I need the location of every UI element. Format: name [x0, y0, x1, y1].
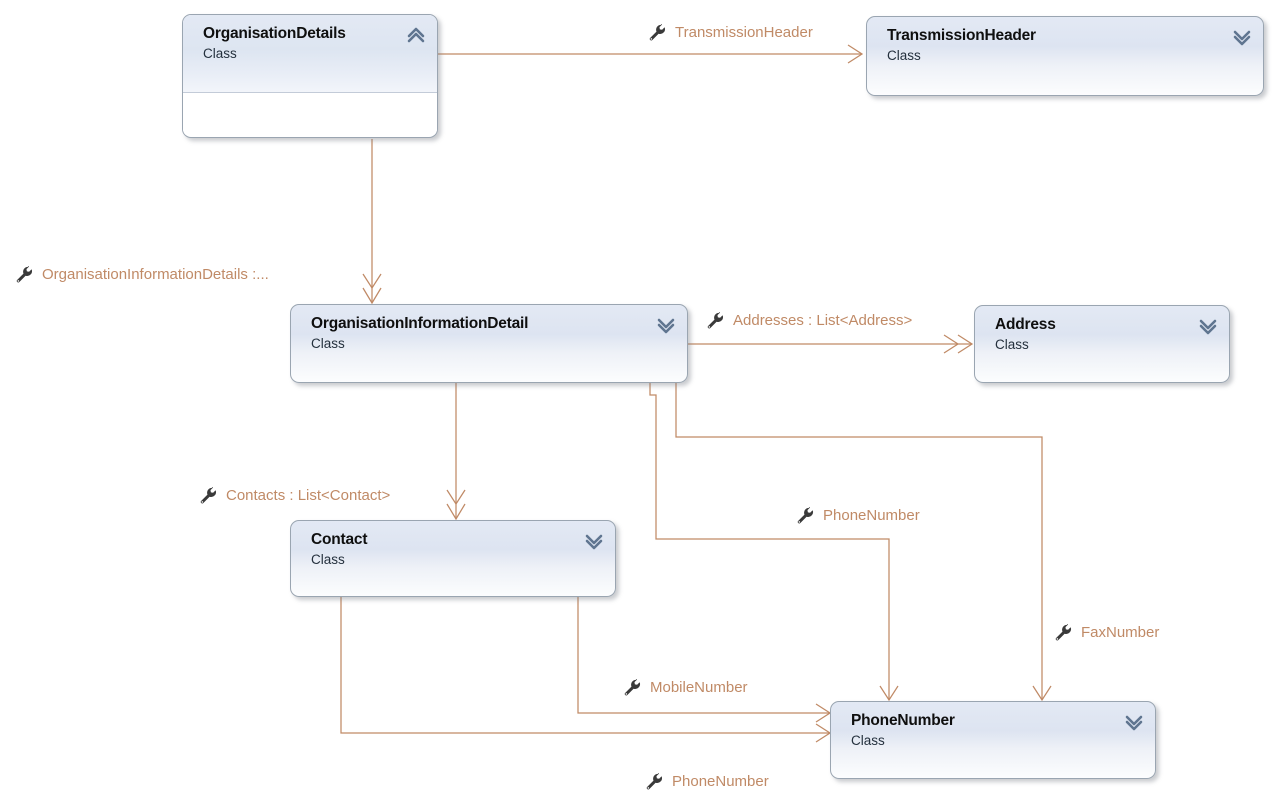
- class-node-contact[interactable]: Contact Class: [290, 520, 616, 597]
- link-addresses: [688, 334, 974, 354]
- class-stereotype: Class: [203, 46, 237, 61]
- property-wrench-icon: [624, 679, 641, 696]
- class-stereotype: Class: [851, 733, 885, 748]
- association-label-mobile-number[interactable]: MobileNumber: [623, 678, 748, 697]
- association-label-text: Contacts : List<Contact>: [226, 486, 391, 504]
- class-name: Contact: [311, 531, 368, 548]
- link-fax-number: [675, 382, 1052, 702]
- property-wrench-icon: [1055, 624, 1072, 641]
- association-label-text: FaxNumber: [1081, 623, 1160, 641]
- property-wrench-icon: [797, 507, 814, 524]
- association-label-text: OrganisationInformationDetails :...: [42, 265, 269, 283]
- class-node-organisation-information-detail[interactable]: OrganisationInformationDetail Class: [290, 304, 688, 383]
- association-label-text: PhoneNumber: [823, 506, 920, 524]
- class-node-organisation-details[interactable]: OrganisationDetails Class: [182, 14, 438, 138]
- class-members-section: [183, 93, 437, 135]
- link-mobile-number: [577, 597, 832, 723]
- link-contacts: [446, 382, 466, 521]
- class-header: OrganisationDetails Class: [183, 15, 437, 93]
- class-node-phone-number[interactable]: PhoneNumber Class: [830, 701, 1156, 779]
- link-phone-number-from-detail: [649, 382, 899, 702]
- association-label-phone-number-from-detail[interactable]: PhoneNumber: [796, 506, 920, 525]
- class-stereotype: Class: [887, 48, 921, 63]
- property-wrench-icon: [646, 773, 663, 790]
- class-node-address[interactable]: Address Class: [974, 305, 1230, 383]
- chevron-down-icon[interactable]: [1124, 712, 1144, 732]
- association-label-phone-number-from-contact[interactable]: PhoneNumber: [645, 772, 769, 791]
- link-phone-number-from-contact: [340, 597, 832, 743]
- association-label-organisation-information-details[interactable]: OrganisationInformationDetails :...: [15, 265, 269, 284]
- association-label-text: TransmissionHeader: [675, 23, 813, 41]
- class-name: OrganisationDetails: [203, 25, 346, 42]
- class-header: Address Class: [975, 306, 1229, 364]
- property-wrench-icon: [16, 266, 33, 283]
- class-stereotype: Class: [995, 337, 1029, 352]
- association-label-fax-number[interactable]: FaxNumber: [1054, 623, 1159, 642]
- class-header: Contact Class: [291, 521, 615, 579]
- class-header: OrganisationInformationDetail Class: [291, 305, 687, 363]
- chevron-up-icon[interactable]: [406, 25, 426, 45]
- association-label-transmission-header[interactable]: TransmissionHeader: [648, 23, 813, 42]
- chevron-down-icon[interactable]: [584, 531, 604, 551]
- class-node-transmission-header[interactable]: TransmissionHeader Class: [866, 16, 1264, 96]
- class-stereotype: Class: [311, 552, 345, 567]
- link-transmission-header: [438, 44, 864, 64]
- class-header: PhoneNumber Class: [831, 702, 1155, 760]
- association-label-addresses[interactable]: Addresses : List<Address>: [706, 311, 912, 330]
- class-name: TransmissionHeader: [887, 27, 1036, 44]
- chevron-down-icon[interactable]: [1198, 316, 1218, 336]
- property-wrench-icon: [649, 24, 666, 41]
- association-label-contacts[interactable]: Contacts : List<Contact>: [199, 486, 390, 505]
- chevron-down-icon[interactable]: [656, 315, 676, 335]
- link-organisation-information-details: [362, 139, 382, 305]
- association-label-text: Addresses : List<Address>: [733, 311, 913, 329]
- class-header: TransmissionHeader Class: [867, 17, 1263, 75]
- chevron-down-icon[interactable]: [1232, 27, 1252, 47]
- association-label-text: MobileNumber: [650, 678, 748, 696]
- association-label-text: PhoneNumber: [672, 772, 769, 790]
- class-name: OrganisationInformationDetail: [311, 315, 529, 332]
- property-wrench-icon: [707, 312, 724, 329]
- class-diagram-canvas: .lk { fill: none; stroke: #c08a66; strok…: [0, 0, 1277, 809]
- class-stereotype: Class: [311, 336, 345, 351]
- class-name: Address: [995, 316, 1056, 333]
- property-wrench-icon: [200, 487, 217, 504]
- class-name: PhoneNumber: [851, 712, 955, 729]
